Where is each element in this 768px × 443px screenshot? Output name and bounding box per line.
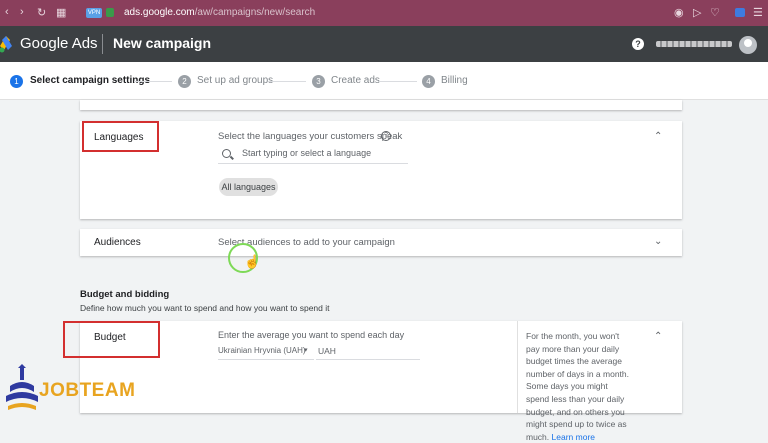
budget-section-title: Budget and bidding [80, 289, 170, 300]
collapse-chevron-icon[interactable]: ⌃ [654, 131, 662, 142]
budget-side-divider [517, 321, 518, 413]
tabs-grid-icon[interactable]: ▦ [56, 6, 66, 19]
jobteam-logo-icon [6, 364, 38, 410]
amount-underline [316, 359, 420, 360]
currency-underline [218, 359, 314, 360]
previous-settings-card [80, 100, 682, 110]
step-connector [379, 81, 417, 82]
browser-toolbar: ‹ › ↻ ▦ VPN ads.google.com/aw/campaigns/… [0, 0, 768, 26]
languages-prompt: Select the languages your customers spea… [218, 131, 403, 142]
url-host: ads.google.com [124, 7, 195, 18]
expand-chevron-icon[interactable]: ⌄ [654, 236, 662, 247]
currency-select[interactable]: Ukrainian Hryvnia (UAH) [218, 346, 306, 355]
brand-name[interactable]: Google Ads [20, 35, 98, 52]
header-divider [102, 34, 103, 54]
page-title: New campaign [113, 35, 212, 51]
google-ads-logo-icon [0, 36, 12, 53]
step-2-label[interactable]: Set up ad groups [197, 75, 273, 86]
jobteam-watermark: JOBTEAM [39, 380, 136, 401]
language-input-underline [218, 163, 408, 164]
avatar[interactable] [739, 36, 757, 54]
camera-icon[interactable]: ◉ [674, 6, 684, 19]
extension-icon[interactable] [735, 8, 745, 17]
vpn-badge[interactable]: VPN [86, 8, 102, 18]
info-icon[interactable]: ? [381, 131, 391, 141]
ads-header: Google Ads New campaign ? [0, 26, 768, 62]
step-4-number[interactable]: 4 [422, 75, 435, 88]
audiences-title: Audiences [94, 237, 141, 248]
budget-annotation-box [63, 321, 160, 358]
hand-cursor-icon: ☝ [244, 254, 261, 269]
budget-collapse-chevron-icon[interactable]: ⌃ [654, 331, 662, 342]
audiences-card[interactable]: Audiences Select audiences to add to you… [80, 229, 682, 256]
step-3-number[interactable]: 3 [312, 75, 325, 88]
languages-card: Languages Select the languages your cust… [80, 121, 682, 219]
budget-help-body: For the month, you won't pay more than y… [526, 331, 630, 442]
step-connector [268, 81, 306, 82]
budget-help-text: For the month, you won't pay more than y… [526, 330, 630, 443]
account-email[interactable] [656, 41, 732, 47]
help-icon[interactable]: ? [632, 38, 644, 50]
send-icon[interactable]: ▷ [693, 6, 701, 19]
lock-icon[interactable] [106, 8, 114, 17]
step-4-label[interactable]: Billing [441, 75, 468, 86]
budget-prompt: Enter the average you want to spend each… [218, 330, 405, 340]
budget-amount-input[interactable]: UAH [318, 346, 336, 356]
languages-annotation-box [82, 121, 159, 152]
url-path: /aw/campaigns/new/search [194, 7, 316, 18]
currency-dropdown-icon[interactable]: ▾ [304, 346, 308, 354]
language-search-input[interactable]: Start typing or select a language [242, 148, 371, 158]
back-icon[interactable]: ‹ [5, 6, 9, 18]
campaign-stepper: 1 Select campaign settings 2 Set up ad g… [0, 62, 768, 100]
budget-card: Budget Enter the average you want to spe… [80, 321, 682, 442]
step-3-label[interactable]: Create ads [331, 75, 380, 86]
reload-icon[interactable]: ↻ [37, 6, 46, 19]
heart-icon[interactable]: ♡ [710, 6, 720, 19]
step-connector [134, 81, 172, 82]
step-2-number[interactable]: 2 [178, 75, 191, 88]
forward-icon[interactable]: › [20, 6, 24, 18]
learn-more-link[interactable]: Learn more [552, 432, 595, 442]
step-1-label[interactable]: Select campaign settings [30, 75, 150, 86]
step-1-number[interactable]: 1 [10, 75, 23, 88]
search-icon [222, 149, 231, 158]
budget-section-subtitle: Define how much you want to spend and ho… [80, 303, 330, 313]
all-languages-chip[interactable]: All languages [219, 178, 278, 196]
menu-icon[interactable]: ☰ [753, 6, 763, 19]
address-bar[interactable]: ads.google.com/aw/campaigns/new/search [124, 7, 315, 18]
